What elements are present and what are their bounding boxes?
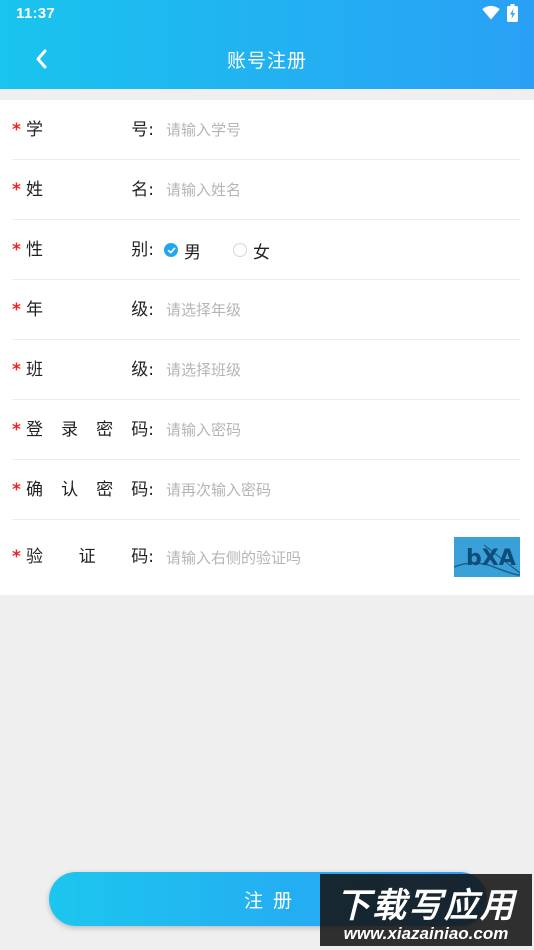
status-bar: 11:37 (0, 0, 534, 28)
grade-select[interactable] (166, 295, 446, 325)
class-row: * 班 级: (12, 340, 520, 400)
confirm-password-input[interactable] (166, 475, 446, 505)
watermark-url: www.xiazainiao.com (343, 924, 509, 943)
captcha-row: * 验 证 码: bXA (12, 520, 520, 595)
captcha-input[interactable] (166, 543, 446, 573)
gender-male-label: 男 (184, 242, 201, 263)
gender-label: 性 别: (26, 240, 154, 260)
registration-form: * 学 号: * 姓 名: * 性 别: 男 (0, 100, 534, 595)
required-mark: * (12, 360, 21, 380)
required-mark: * (12, 240, 21, 260)
gender-radio-group: 男 女 (164, 220, 300, 280)
student-id-input[interactable] (166, 115, 446, 145)
radio-checked-icon (164, 243, 178, 257)
required-mark: * (12, 547, 21, 567)
confirm-password-row: * 确 认 密 码: (12, 460, 520, 520)
site-watermark: 下载写应用 www.xiazainiao.com (320, 874, 532, 946)
gender-female-radio[interactable]: 女 (233, 238, 270, 263)
page-title: 账号注册 (226, 50, 307, 72)
status-time: 11:37 (16, 5, 56, 22)
name-row: * 姓 名: (12, 160, 520, 220)
wifi-icon (482, 5, 500, 20)
grade-row: * 年 级: (12, 280, 520, 340)
password-input[interactable] (166, 415, 446, 445)
gender-female-label: 女 (253, 242, 270, 263)
required-mark: * (12, 420, 21, 440)
name-input[interactable] (166, 175, 446, 205)
watermark-title: 下载写应用 (336, 886, 516, 926)
radio-unchecked-icon (233, 243, 247, 257)
required-mark: * (12, 120, 21, 140)
battery-charging-icon (507, 4, 518, 22)
gender-male-radio[interactable]: 男 (164, 238, 201, 263)
student-id-label: 学 号: (26, 120, 154, 140)
grade-label: 年 级: (26, 300, 154, 320)
captcha-image[interactable]: bXA (454, 537, 520, 577)
required-mark: * (12, 180, 21, 200)
student-id-row: * 学 号: (12, 100, 520, 160)
password-row: * 登 录 密 码: (12, 400, 520, 460)
app-header: 11:37 账号注册 (0, 0, 534, 89)
class-select[interactable] (166, 355, 446, 385)
password-label: 登 录 密 码: (26, 420, 154, 440)
confirm-password-label: 确 认 密 码: (26, 480, 154, 500)
required-mark: * (12, 300, 21, 320)
captcha-label: 验 证 码: (26, 547, 154, 567)
name-label: 姓 名: (26, 180, 154, 200)
required-mark: * (12, 480, 21, 500)
svg-text:bXA: bXA (466, 546, 516, 571)
gender-row: * 性 别: 男 女 (12, 220, 520, 280)
class-label: 班 级: (26, 360, 154, 380)
